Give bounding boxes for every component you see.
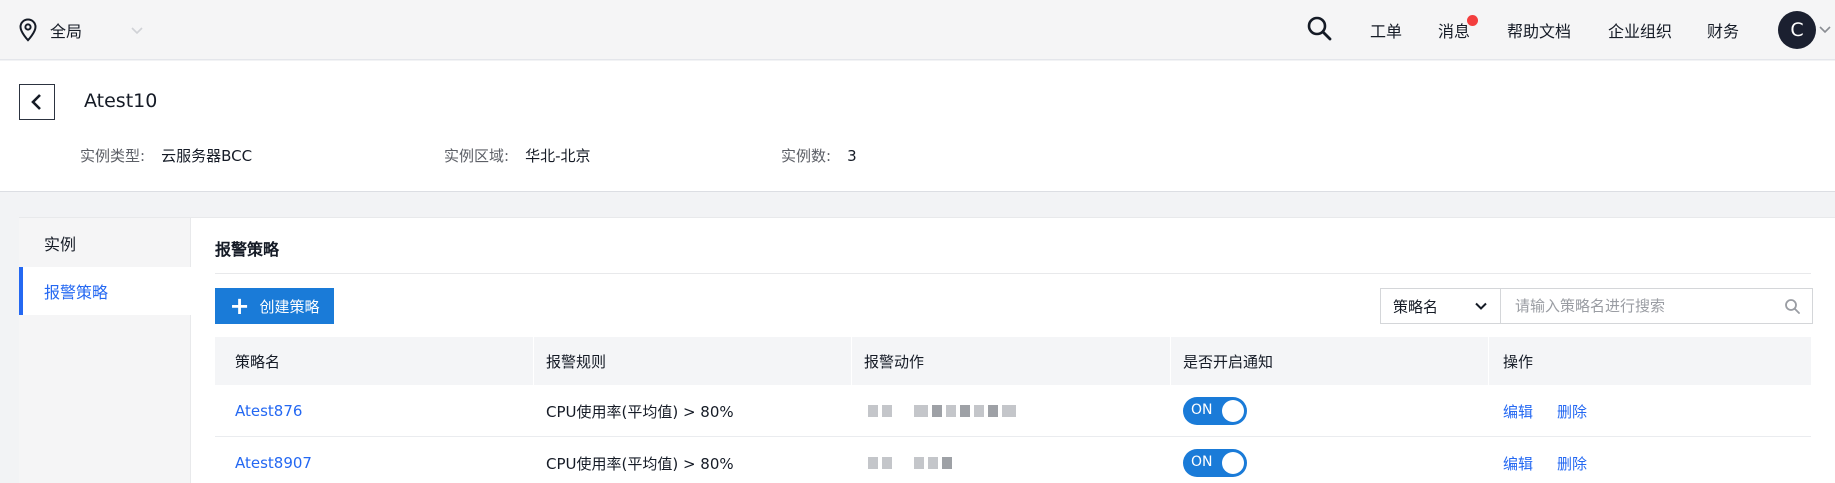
delete-link[interactable]: 删除 — [1557, 453, 1587, 474]
create-policy-button[interactable]: + 创建策略 — [215, 288, 334, 324]
edit-link[interactable]: 编辑 — [1503, 453, 1533, 474]
policy-rule: CPU使用率(平均值) > 80% — [546, 402, 734, 421]
column-separator — [1488, 337, 1489, 385]
policy-name-link[interactable]: Atest876 — [235, 402, 302, 420]
nav-finance[interactable]: 财务 — [1707, 18, 1739, 42]
instance-region-label: 实例区域: — [444, 147, 510, 165]
search-input[interactable] — [1501, 289, 1772, 323]
instance-count-meta: 实例数: 3 — [781, 145, 857, 166]
side-nav: 实例 报警策略 — [19, 218, 191, 483]
nav-help-docs[interactable]: 帮助文档 — [1507, 18, 1571, 42]
instance-type-label: 实例类型: — [80, 147, 146, 165]
sidebar-item-instances[interactable]: 实例 — [19, 219, 191, 267]
edit-link[interactable]: 编辑 — [1503, 401, 1533, 422]
notify-toggle[interactable]: ON — [1183, 449, 1247, 477]
content-panel: 实例 报警策略 报警策略 + 创建策略 策略名 策略名 报警规则 报警动作 — [19, 217, 1835, 483]
toggle-knob — [1222, 452, 1244, 474]
divider — [215, 273, 1811, 274]
create-policy-label: 创建策略 — [259, 297, 320, 316]
section-title: 报警策略 — [215, 240, 280, 259]
instance-type-meta: 实例类型: 云服务器BCC — [80, 145, 252, 166]
search-icon — [1785, 299, 1800, 314]
region-label: 全局 — [50, 22, 83, 41]
search-icon[interactable] — [1306, 15, 1332, 41]
chevron-down-icon — [131, 27, 143, 35]
policy-action-redacted — [868, 385, 1020, 437]
region-selector[interactable]: 全局 — [18, 17, 144, 43]
column-separator — [851, 337, 852, 385]
column-header-name: 策略名 — [235, 352, 281, 371]
toggle-label: ON — [1191, 402, 1213, 418]
table-row: Atest8907 CPU使用率(平均值) > 80% ON 编辑 删除 — [215, 437, 1811, 483]
toggle-label: ON — [1191, 454, 1213, 470]
chevron-down-icon[interactable] — [1818, 22, 1832, 36]
instance-region-meta: 实例区域: 华北-北京 — [444, 145, 590, 166]
page-title: Atest10 — [84, 90, 158, 112]
top-navbar: 全局 工单 消息 帮助文档 企业组织 财务 C — [0, 0, 1835, 60]
nav-org[interactable]: 企业组织 — [1608, 18, 1672, 42]
sidebar-item-alarm-policies[interactable]: 报警策略 — [19, 267, 191, 315]
nav-messages[interactable]: 消息 — [1438, 18, 1470, 42]
nav-tickets[interactable]: 工单 — [1370, 18, 1402, 42]
toggle-knob — [1222, 400, 1244, 422]
table-header: 策略名 报警规则 报警动作 是否开启通知 操作 — [215, 337, 1811, 385]
column-header-action: 报警动作 — [864, 352, 925, 371]
avatar[interactable]: C — [1778, 11, 1816, 49]
search-field-select[interactable]: 策略名 — [1381, 289, 1501, 323]
instance-type-value: 云服务器BCC — [161, 147, 253, 165]
search-submit-button[interactable] — [1772, 289, 1812, 323]
policy-rule: CPU使用率(平均值) > 80% — [546, 454, 734, 473]
instance-region-value: 华北-北京 — [525, 147, 591, 165]
detail-header: Atest10 实例类型: 云服务器BCC 实例区域: 华北-北京 实例数: 3 — [0, 61, 1835, 192]
search-field-value: 策略名 — [1393, 297, 1439, 316]
column-header-ops: 操作 — [1503, 352, 1534, 371]
policy-search: 策略名 — [1380, 288, 1813, 324]
column-header-notify: 是否开启通知 — [1183, 352, 1274, 371]
policy-action-redacted — [868, 437, 956, 483]
column-separator — [1170, 337, 1171, 385]
column-header-rule: 报警规则 — [546, 352, 607, 371]
location-pin-icon — [19, 18, 37, 42]
table-row: Atest876 CPU使用率(平均值) > 80% ON 编辑 删除 — [215, 385, 1811, 437]
instance-count-value: 3 — [847, 147, 857, 165]
chevron-down-icon — [1475, 302, 1487, 310]
instance-count-label: 实例数: — [781, 147, 832, 165]
plus-icon: + — [229, 292, 250, 320]
notification-badge — [1467, 15, 1478, 26]
chevron-left-icon — [31, 94, 41, 110]
policy-name-link[interactable]: Atest8907 — [235, 454, 312, 472]
notify-toggle[interactable]: ON — [1183, 397, 1247, 425]
column-separator — [533, 337, 534, 385]
delete-link[interactable]: 删除 — [1557, 401, 1587, 422]
back-button[interactable] — [19, 84, 55, 120]
